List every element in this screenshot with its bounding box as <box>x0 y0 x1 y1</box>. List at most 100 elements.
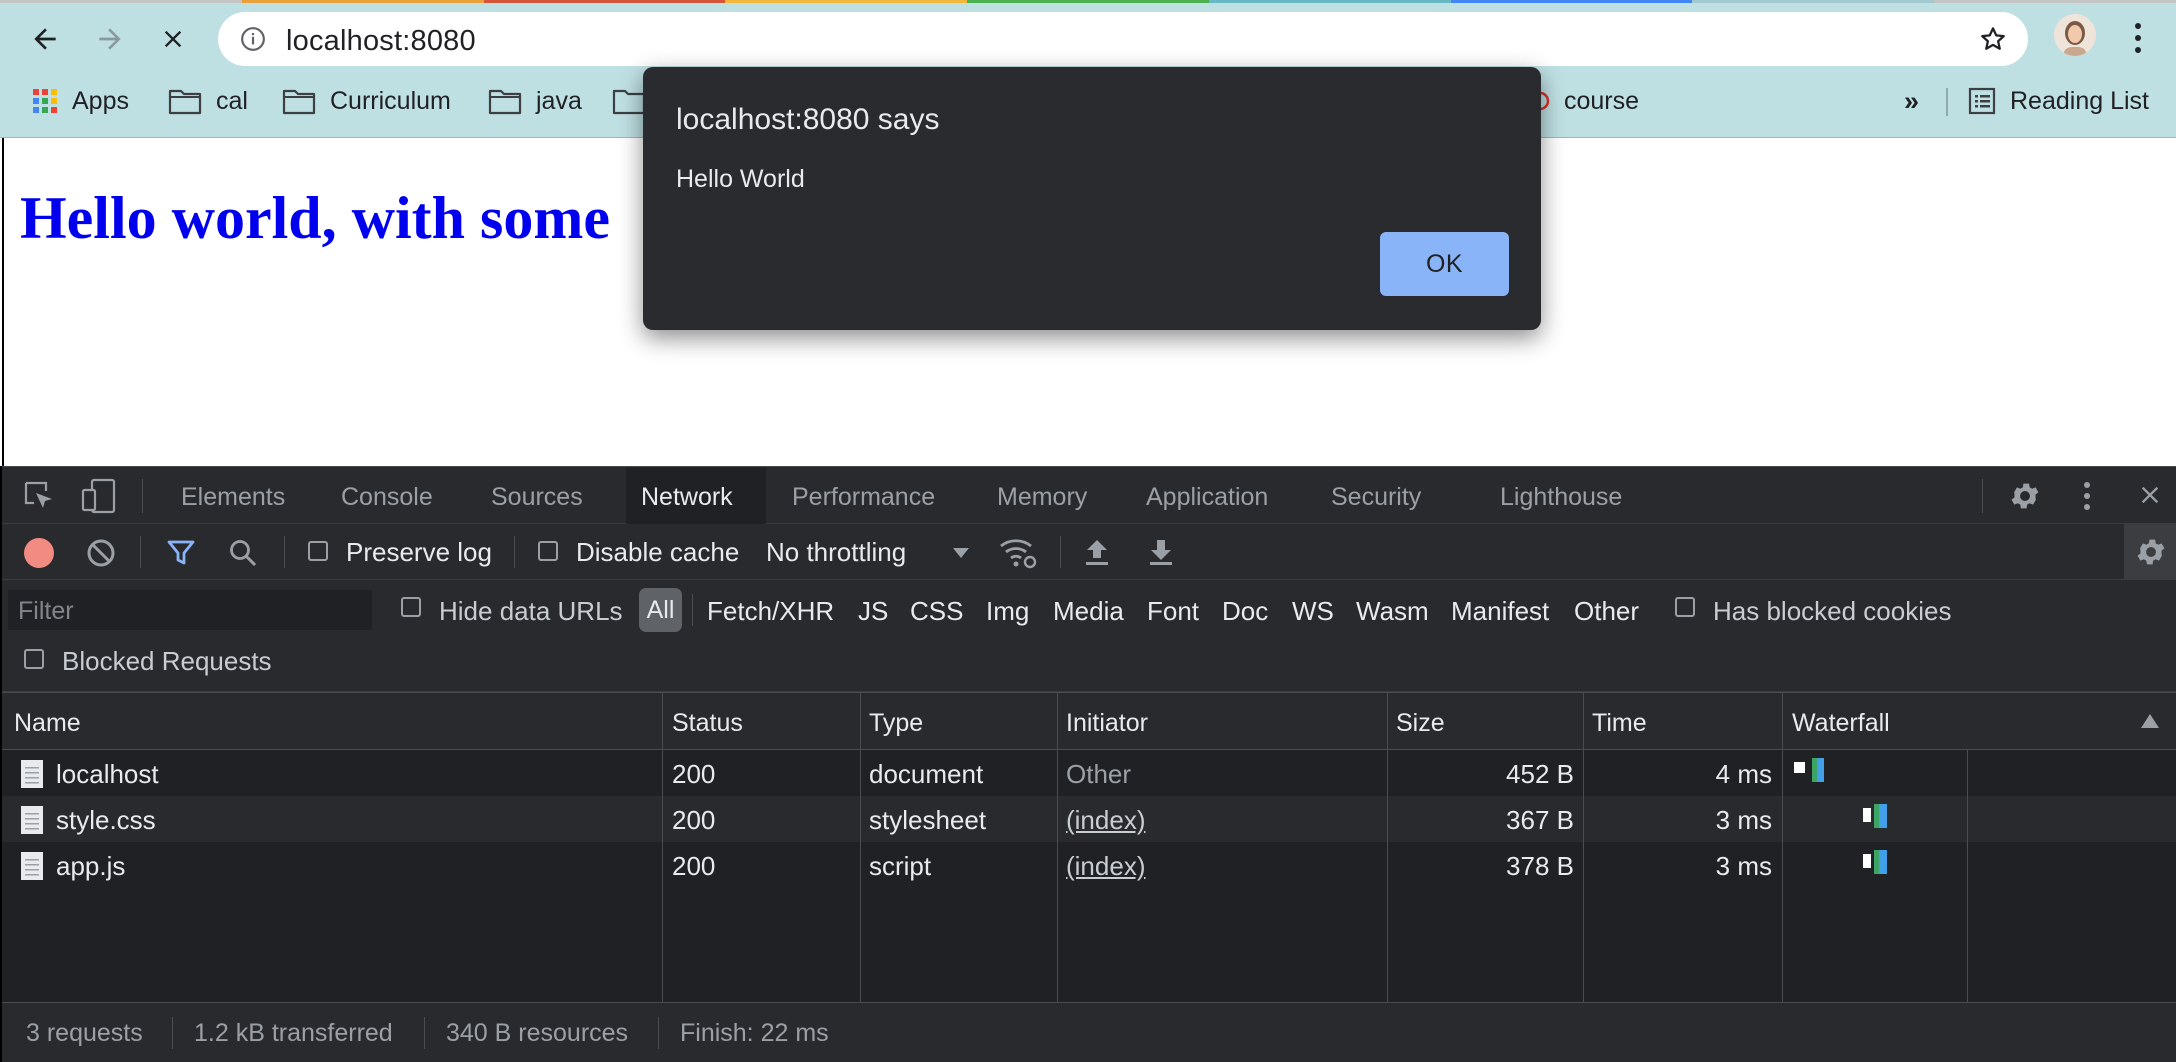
cell-type: document <box>869 759 984 789</box>
sort-ascending-icon[interactable] <box>2140 713 2160 729</box>
cell-status: 200 <box>672 851 716 881</box>
close-icon <box>2141 486 2159 504</box>
table-row[interactable]: style.css 200 stylesheet (index) 367 B 3… <box>2 796 2176 842</box>
column-name[interactable]: Name <box>14 709 81 738</box>
inspect-element-button[interactable] <box>22 479 56 518</box>
column-initiator[interactable]: Initiator <box>1066 709 1148 738</box>
cell-status: 200 <box>672 805 716 835</box>
bookmarks-overflow-button[interactable]: » <box>1904 84 1919 118</box>
tab-security[interactable]: Security <box>1331 483 1421 512</box>
bookmark-apps[interactable]: Apps <box>32 84 129 118</box>
tab-lighthouse[interactable]: Lighthouse <box>1500 483 1622 512</box>
bookmark-course[interactable]: course <box>1530 84 1639 118</box>
inspect-cursor-icon <box>24 481 52 508</box>
alert-message: Hello World <box>676 165 805 193</box>
has-blocked-cookies-checkbox[interactable] <box>1675 597 1695 617</box>
table-row[interactable]: app.js 200 script (index) 378 B 3 ms <box>2 842 2176 888</box>
tab-elements[interactable]: Elements <box>181 483 285 512</box>
throttling-value: No throttling <box>766 537 907 567</box>
gear-icon <box>2137 539 2165 565</box>
bookmark-cal[interactable]: cal <box>168 84 248 118</box>
blocked-requests-checkbox[interactable] <box>24 649 44 669</box>
reading-list-icon <box>1968 87 1996 115</box>
tab-performance[interactable]: Performance <box>792 483 935 512</box>
column-type[interactable]: Type <box>869 709 923 738</box>
table-row[interactable]: localhost 200 document Other 452 B 4 ms <box>2 750 2176 796</box>
network-settings-button[interactable] <box>2124 524 2176 580</box>
back-button[interactable] <box>21 15 69 63</box>
column-divider[interactable] <box>1387 692 1388 1002</box>
devtools-close-button[interactable] <box>2136 481 2164 514</box>
filter-type-css[interactable]: CSS <box>910 596 963 627</box>
forward-button[interactable] <box>86 15 134 63</box>
column-divider[interactable] <box>860 692 861 1002</box>
hide-data-urls-checkbox[interactable] <box>401 597 421 617</box>
bookmark-curriculum[interactable]: Curriculum <box>282 84 451 118</box>
export-har-button[interactable] <box>1146 536 1176 573</box>
column-size[interactable]: Size <box>1396 709 1445 738</box>
filter-type-media[interactable]: Media <box>1053 596 1124 627</box>
filter-type-doc[interactable]: Doc <box>1222 596 1268 627</box>
reading-list-button[interactable]: Reading List <box>1968 84 2149 118</box>
filter-type-all[interactable]: All <box>639 588 682 632</box>
funnel-filter-icon <box>167 540 195 565</box>
disable-cache-checkbox[interactable] <box>538 541 558 561</box>
column-waterfall[interactable]: Waterfall <box>1792 709 1890 738</box>
summary-divider <box>172 1017 173 1049</box>
filter-type-ws[interactable]: WS <box>1292 596 1334 627</box>
filter-type-other[interactable]: Other <box>1574 596 1639 627</box>
waterfall-gridline <box>1967 750 1968 1002</box>
clear-button[interactable] <box>86 538 116 573</box>
tab-memory[interactable]: Memory <box>997 483 1087 512</box>
url-text: localhost:8080 <box>286 25 476 57</box>
cell-time: 3 ms <box>1715 805 1772 835</box>
filter-type-fetch-xhr[interactable]: Fetch/XHR <box>707 596 834 627</box>
folder-icon <box>168 89 202 115</box>
apps-grid-icon <box>33 89 57 113</box>
device-toolbar-button[interactable] <box>80 477 118 520</box>
bookmark-label: cal <box>216 86 248 115</box>
filter-type-js[interactable]: JS <box>858 596 888 627</box>
filter-type-wasm[interactable]: Wasm <box>1356 596 1429 627</box>
record-button[interactable] <box>24 538 54 568</box>
vertical-dots-icon <box>2084 482 2090 510</box>
profile-avatar[interactable] <box>2054 14 2096 56</box>
throttling-select[interactable]: No throttling <box>766 532 976 572</box>
column-status[interactable]: Status <box>672 709 743 738</box>
filter-type-manifest[interactable]: Manifest <box>1451 596 1549 627</box>
bookmark-java[interactable]: java <box>488 84 582 118</box>
tab-application[interactable]: Application <box>1146 483 1268 512</box>
network-conditions-button[interactable] <box>998 536 1038 575</box>
filter-input[interactable]: Filter <box>8 590 372 630</box>
document-file-icon <box>21 760 43 788</box>
column-divider[interactable] <box>1057 692 1058 1002</box>
devtools-menu-button[interactable] <box>2080 479 2094 518</box>
chrome-menu-button[interactable] <box>2126 19 2150 57</box>
preserve-log-checkbox[interactable] <box>308 541 328 561</box>
address-bar[interactable]: localhost:8080 <box>218 12 2028 66</box>
import-har-button[interactable] <box>1082 536 1112 573</box>
has-blocked-cookies-label: Has blocked cookies <box>1713 596 1952 626</box>
search-button[interactable] <box>228 538 258 573</box>
network-toolbar: Preserve log Disable cache No throttling <box>2 524 2176 580</box>
alert-title: localhost:8080 says <box>676 103 940 136</box>
cell-initiator-link[interactable]: (index) <box>1066 805 1145 836</box>
cell-type: stylesheet <box>869 805 987 835</box>
devtools-settings-button[interactable] <box>2008 479 2042 518</box>
filter-divider <box>692 594 693 626</box>
column-divider[interactable] <box>662 692 663 1002</box>
column-time[interactable]: Time <box>1592 709 1647 738</box>
cell-initiator-link[interactable]: (index) <box>1066 851 1145 882</box>
tab-sources[interactable]: Sources <box>491 483 583 512</box>
stop-loading-button[interactable] <box>149 15 197 63</box>
filter-type-font[interactable]: Font <box>1147 596 1199 627</box>
alert-ok-button[interactable]: OK <box>1380 232 1509 296</box>
column-divider[interactable] <box>1782 692 1783 1002</box>
star-bookmark-icon[interactable] <box>1978 24 2008 54</box>
tab-console[interactable]: Console <box>341 483 433 512</box>
tab-network[interactable]: Network <box>641 483 733 512</box>
column-divider[interactable] <box>1583 692 1584 1002</box>
filter-type-img[interactable]: Img <box>986 596 1029 627</box>
cell-name: localhost <box>56 759 159 789</box>
filter-toggle-button[interactable] <box>166 538 196 573</box>
